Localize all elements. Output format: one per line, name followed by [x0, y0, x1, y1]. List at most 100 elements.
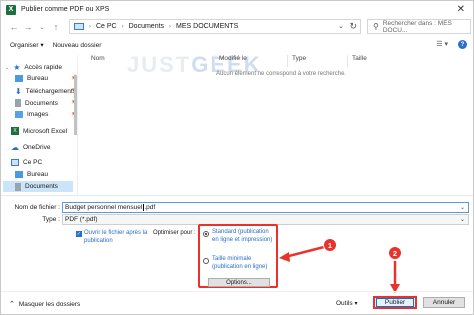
horizontal-divider [1, 195, 473, 198]
breadcrumb-separator-icon: › [169, 23, 172, 30]
breadcrumb-separator-icon: › [89, 23, 91, 30]
up-arrow-icon[interactable]: ↑ [49, 20, 63, 34]
options-button[interactable]: Options... [208, 278, 270, 287]
window-title: Publier comme PDF ou XPS [21, 6, 110, 13]
sidebar-scrollbar[interactable] [74, 75, 77, 135]
help-icon[interactable]: ? [458, 40, 467, 49]
sidebar-item-documents[interactable]: Documents [15, 99, 58, 107]
breadcrumb-mes-documents[interactable]: MES DOCUMENTS [176, 23, 238, 30]
sidebar-item-label: Bureau [27, 171, 48, 178]
pc-icon [11, 159, 19, 166]
radio-minimum-size-label[interactable]: Taille minimale (publication en ligne) [212, 256, 276, 271]
desktop-folder-icon [15, 171, 23, 178]
images-folder-icon [15, 111, 23, 118]
sidebar-item-label: Images [27, 111, 49, 118]
filename-extension: .pdf [144, 204, 156, 211]
sidebar-item-label: Bureau [27, 75, 48, 82]
sidebar-item-onedrive[interactable]: ☁ OneDrive [11, 143, 50, 152]
column-divider[interactable] [347, 55, 348, 67]
open-after-label[interactable]: Ouvrir le fichier après la publication [84, 230, 154, 245]
sidebar-item-label: Ce PC [23, 159, 43, 166]
pc-icon [74, 23, 84, 30]
view-options-icon[interactable]: ☰ ▾ [436, 40, 448, 49]
column-header-size[interactable]: Taille [352, 55, 367, 62]
sidebar-item-images[interactable]: Images [15, 111, 48, 118]
sidebar-item-pc-bureau[interactable]: Bureau [15, 171, 48, 178]
close-button[interactable]: ✕ [457, 4, 465, 15]
search-placeholder: Rechercher dans : MES DOCU... [382, 19, 452, 34]
recent-chevron-icon[interactable]: ⌄ [35, 20, 49, 34]
forward-arrow-icon[interactable]: → [21, 20, 35, 34]
step-badge-1: 1 [323, 238, 337, 252]
optimize-label: Optimiser pour : [153, 230, 196, 236]
expand-chevron-icon[interactable]: ⌄ [5, 65, 9, 71]
back-arrow-icon[interactable]: ← [7, 20, 21, 34]
desktop-folder-icon [15, 75, 23, 82]
hide-folders-label: Masquer les dossiers [18, 300, 81, 308]
type-dropdown-icon[interactable]: ⌄ [460, 216, 465, 223]
breadcrumb-ce-pc[interactable]: Ce PC [96, 23, 117, 30]
search-icon: ⚲ [373, 22, 379, 31]
new-folder-button[interactable]: Nouveau dossier [53, 42, 102, 49]
file-type-value: PDF (*.pdf) [65, 216, 98, 223]
title-bar: X Publier comme PDF ou XPS ✕ [1, 1, 473, 18]
breadcrumb-separator-icon: › [121, 23, 124, 30]
filename-value: Budget personnel mensuel [65, 204, 143, 211]
collapse-chevron-icon: ⌃ [9, 301, 15, 308]
command-toolbar: Organiser ▾ Nouveau dossier ☰ ▾ ? [1, 37, 473, 53]
sidebar-item-label: OneDrive [23, 144, 51, 151]
sidebar-item-quick-access[interactable]: ⌄ ★ Accès rapide [5, 63, 62, 72]
optimize-options-highlight: Standard (publication en ligne et impres… [198, 224, 278, 288]
sidebar-item-label: Téléchargements [25, 88, 76, 95]
sidebar-item-pc-documents[interactable]: Documents [3, 181, 73, 192]
tools-dropdown[interactable]: Outils ▾ [336, 300, 357, 307]
search-input[interactable]: ⚲ Rechercher dans : MES DOCU... [367, 19, 471, 34]
filename-dropdown-icon[interactable]: ⌄ [460, 204, 465, 211]
column-divider[interactable] [287, 55, 288, 67]
sidebar-item-label: Documents [25, 183, 58, 190]
tools-label: Outils [336, 300, 353, 307]
column-header-name[interactable]: Nom [91, 55, 105, 62]
radio-standard-label[interactable]: Standard (publication en ligne et impres… [212, 229, 276, 244]
address-row: ← → ⌄ ↑ › Ce PC › Documents › MES DOCUME… [1, 18, 473, 36]
excel-icon: X [11, 127, 19, 135]
sidebar-item-label: Microsoft Excel [23, 127, 68, 135]
column-header-modified[interactable]: Modifié le [219, 55, 247, 62]
hide-folders-toggle[interactable]: ⌃ Masquer les dossiers [9, 300, 81, 309]
filename-field[interactable]: Budget personnel mensuel .pdf ⌄ [62, 202, 469, 213]
filename-label: Nom de fichier : [14, 204, 60, 211]
download-folder-icon: ⬇ [15, 87, 22, 96]
arrow-1-line [284, 245, 325, 259]
sidebar-item-label: Accès rapide [24, 64, 62, 71]
organize-button[interactable]: Organiser ▾ [10, 41, 44, 49]
sidebar-item-excel[interactable]: X Microsoft Excel [11, 127, 67, 135]
column-header-type[interactable]: Type [292, 55, 306, 62]
column-divider[interactable] [214, 55, 215, 67]
star-icon: ★ [13, 63, 21, 72]
refresh-icon[interactable]: ↻ [349, 21, 357, 32]
breadcrumb[interactable]: › Ce PC › Documents › MES DOCUMENTS ⌄ ↻ [69, 19, 361, 34]
documents-folder-icon [15, 99, 21, 107]
sidebar-item-bureau[interactable]: Bureau [15, 75, 48, 82]
tools-chevron-icon: ▾ [354, 301, 358, 307]
sidebar-item-downloads[interactable]: ⬇ Téléchargements [15, 87, 76, 96]
footer-divider [1, 291, 473, 292]
type-label: Type : [42, 216, 60, 223]
step-badge-2: 2 [388, 246, 402, 260]
address-dropdown-icon[interactable]: ⌄ [338, 22, 344, 30]
open-after-checkbox[interactable]: ✓ [76, 231, 82, 237]
cancel-button[interactable]: Annuler [423, 297, 465, 308]
radio-minimum-size[interactable] [203, 258, 209, 264]
navigation-pane: ⌄ ★ Accès rapide Bureau 📌 ⬇ Téléchargeme… [1, 55, 78, 195]
radio-standard[interactable] [203, 231, 209, 237]
sidebar-item-ce-pc[interactable]: Ce PC [11, 159, 42, 166]
breadcrumb-documents[interactable]: Documents [129, 23, 164, 30]
publish-button[interactable]: Publier [373, 296, 417, 309]
sidebar-item-label: Documents [25, 99, 58, 107]
publish-button-label: Publier [376, 298, 414, 307]
excel-app-icon: X [6, 4, 16, 15]
empty-message: Aucun élément ne correspond à votre rech… [216, 71, 347, 77]
documents-folder-icon [15, 182, 21, 191]
cloud-icon: ☁ [11, 143, 19, 152]
arrow-1-head [279, 252, 290, 262]
